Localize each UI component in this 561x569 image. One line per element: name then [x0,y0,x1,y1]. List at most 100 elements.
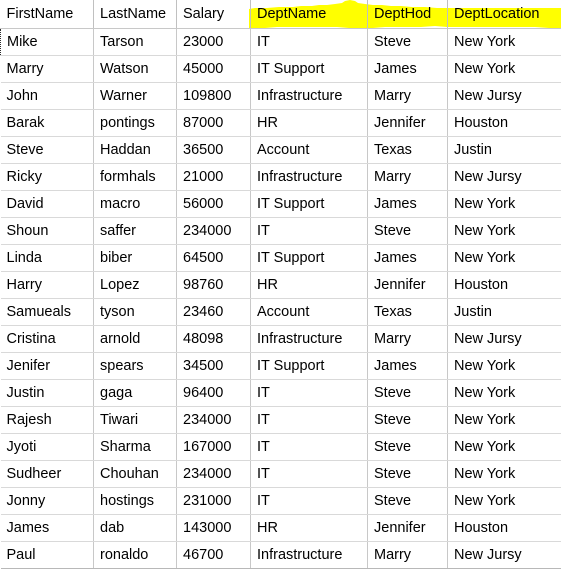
cell-lastname[interactable]: pontings [94,110,177,137]
cell-depthod[interactable]: Marry [368,326,448,353]
cell-salary[interactable]: 34500 [177,353,251,380]
cell-salary[interactable]: 109800 [177,83,251,110]
cell-firstname[interactable]: Marry [1,56,94,83]
cell-deptlocation[interactable]: New York [448,218,561,245]
cell-lastname[interactable]: Watson [94,56,177,83]
cell-salary[interactable]: 96400 [177,380,251,407]
cell-depthod[interactable]: James [368,56,448,83]
table-row[interactable]: MikeTarson23000ITSteveNew York [1,29,561,56]
cell-deptname[interactable]: IT [251,434,368,461]
cell-salary[interactable]: 234000 [177,218,251,245]
table-row[interactable]: Shounsaffer234000ITSteveNew York [1,218,561,245]
cell-deptlocation[interactable]: New Jursy [448,164,561,191]
cell-deptlocation[interactable]: New York [448,29,561,56]
cell-deptlocation[interactable]: New York [448,380,561,407]
cell-firstname[interactable]: Rajesh [1,407,94,434]
cell-deptname[interactable]: IT [251,218,368,245]
cell-lastname[interactable]: Haddan [94,137,177,164]
cell-deptname[interactable]: IT Support [251,56,368,83]
cell-lastname[interactable]: Tiwari [94,407,177,434]
cell-lastname[interactable]: arnold [94,326,177,353]
cell-deptlocation[interactable]: New York [448,245,561,272]
table-row[interactable]: Samuealstyson23460AccountTexasJustin [1,299,561,326]
column-header-firstname[interactable]: FirstName [1,0,94,29]
table-row[interactable]: Lindabiber64500IT SupportJamesNew York [1,245,561,272]
table-row[interactable]: Jeniferspears34500IT SupportJamesNew Yor… [1,353,561,380]
cell-deptname[interactable]: HR [251,110,368,137]
cell-lastname[interactable]: macro [94,191,177,218]
cell-firstname[interactable]: Harry [1,272,94,299]
cell-deptlocation[interactable]: New York [448,56,561,83]
cell-deptname[interactable]: IT [251,488,368,515]
cell-depthod[interactable]: Jennifer [368,110,448,137]
table-body[interactable]: MikeTarson23000ITSteveNew YorkMarryWatso… [1,29,561,569]
cell-salary[interactable]: 234000 [177,407,251,434]
cell-firstname[interactable]: Shoun [1,218,94,245]
column-header-deptname[interactable]: DeptName [251,0,368,29]
cell-lastname[interactable]: gaga [94,380,177,407]
cell-deptname[interactable]: IT [251,407,368,434]
cell-lastname[interactable]: Tarson [94,29,177,56]
cell-deptname[interactable]: Infrastructure [251,164,368,191]
cell-deptname[interactable]: HR [251,515,368,542]
cell-depthod[interactable]: Marry [368,164,448,191]
cell-salary[interactable]: 56000 [177,191,251,218]
table-row[interactable]: Jonnyhostings231000ITSteveNew York [1,488,561,515]
cell-depthod[interactable]: Steve [368,434,448,461]
cell-salary[interactable]: 23000 [177,29,251,56]
cell-depthod[interactable]: Steve [368,407,448,434]
table-row[interactable]: SudheerChouhan234000ITSteveNew York [1,461,561,488]
table-row[interactable]: JyotiSharma167000ITSteveNew York [1,434,561,461]
cell-deptname[interactable]: Account [251,137,368,164]
column-header-lastname[interactable]: LastName [94,0,177,29]
cell-deptlocation[interactable]: New York [448,407,561,434]
cell-lastname[interactable]: Warner [94,83,177,110]
cell-depthod[interactable]: Steve [368,29,448,56]
cell-deptlocation[interactable]: New York [448,191,561,218]
cell-salary[interactable]: 234000 [177,461,251,488]
cell-depthod[interactable]: Steve [368,488,448,515]
table-row[interactable]: SteveHaddan36500AccountTexasJustin [1,137,561,164]
cell-salary[interactable]: 143000 [177,515,251,542]
cell-firstname[interactable]: Barak [1,110,94,137]
cell-firstname[interactable]: Linda [1,245,94,272]
cell-lastname[interactable]: saffer [94,218,177,245]
cell-deptname[interactable]: IT Support [251,353,368,380]
cell-depthod[interactable]: Marry [368,83,448,110]
cell-depthod[interactable]: Texas [368,299,448,326]
cell-firstname[interactable]: John [1,83,94,110]
cell-deptlocation[interactable]: Houston [448,272,561,299]
cell-depthod[interactable]: Steve [368,461,448,488]
cell-deptname[interactable]: Infrastructure [251,83,368,110]
cell-salary[interactable]: 167000 [177,434,251,461]
table-row[interactable]: Cristinaarnold48098InfrastructureMarryNe… [1,326,561,353]
cell-depthod[interactable]: James [368,245,448,272]
cell-firstname[interactable]: Jyoti [1,434,94,461]
cell-firstname[interactable]: Cristina [1,326,94,353]
cell-lastname[interactable]: hostings [94,488,177,515]
active-cell[interactable]: Mike [1,29,94,56]
cell-salary[interactable]: 36500 [177,137,251,164]
table-row[interactable]: RajeshTiwari234000ITSteveNew York [1,407,561,434]
cell-deptlocation[interactable]: Houston [448,110,561,137]
cell-firstname[interactable]: James [1,515,94,542]
column-header-salary[interactable]: Salary [177,0,251,29]
cell-depthod[interactable]: James [368,353,448,380]
table-row[interactable]: HarryLopez98760HRJenniferHouston [1,272,561,299]
cell-firstname[interactable]: Jenifer [1,353,94,380]
cell-salary[interactable]: 64500 [177,245,251,272]
cell-firstname[interactable]: David [1,191,94,218]
cell-lastname[interactable]: tyson [94,299,177,326]
cell-firstname[interactable]: Jonny [1,488,94,515]
cell-depthod[interactable]: Steve [368,380,448,407]
cell-salary[interactable]: 98760 [177,272,251,299]
cell-depthod[interactable]: Texas [368,137,448,164]
cell-deptname[interactable]: IT Support [251,245,368,272]
cell-deptname[interactable]: IT [251,380,368,407]
cell-firstname[interactable]: Justin [1,380,94,407]
cell-salary[interactable]: 23460 [177,299,251,326]
cell-deptlocation[interactable]: New York [448,488,561,515]
cell-deptlocation[interactable]: New York [448,353,561,380]
cell-deptname[interactable]: Account [251,299,368,326]
cell-lastname[interactable]: spears [94,353,177,380]
